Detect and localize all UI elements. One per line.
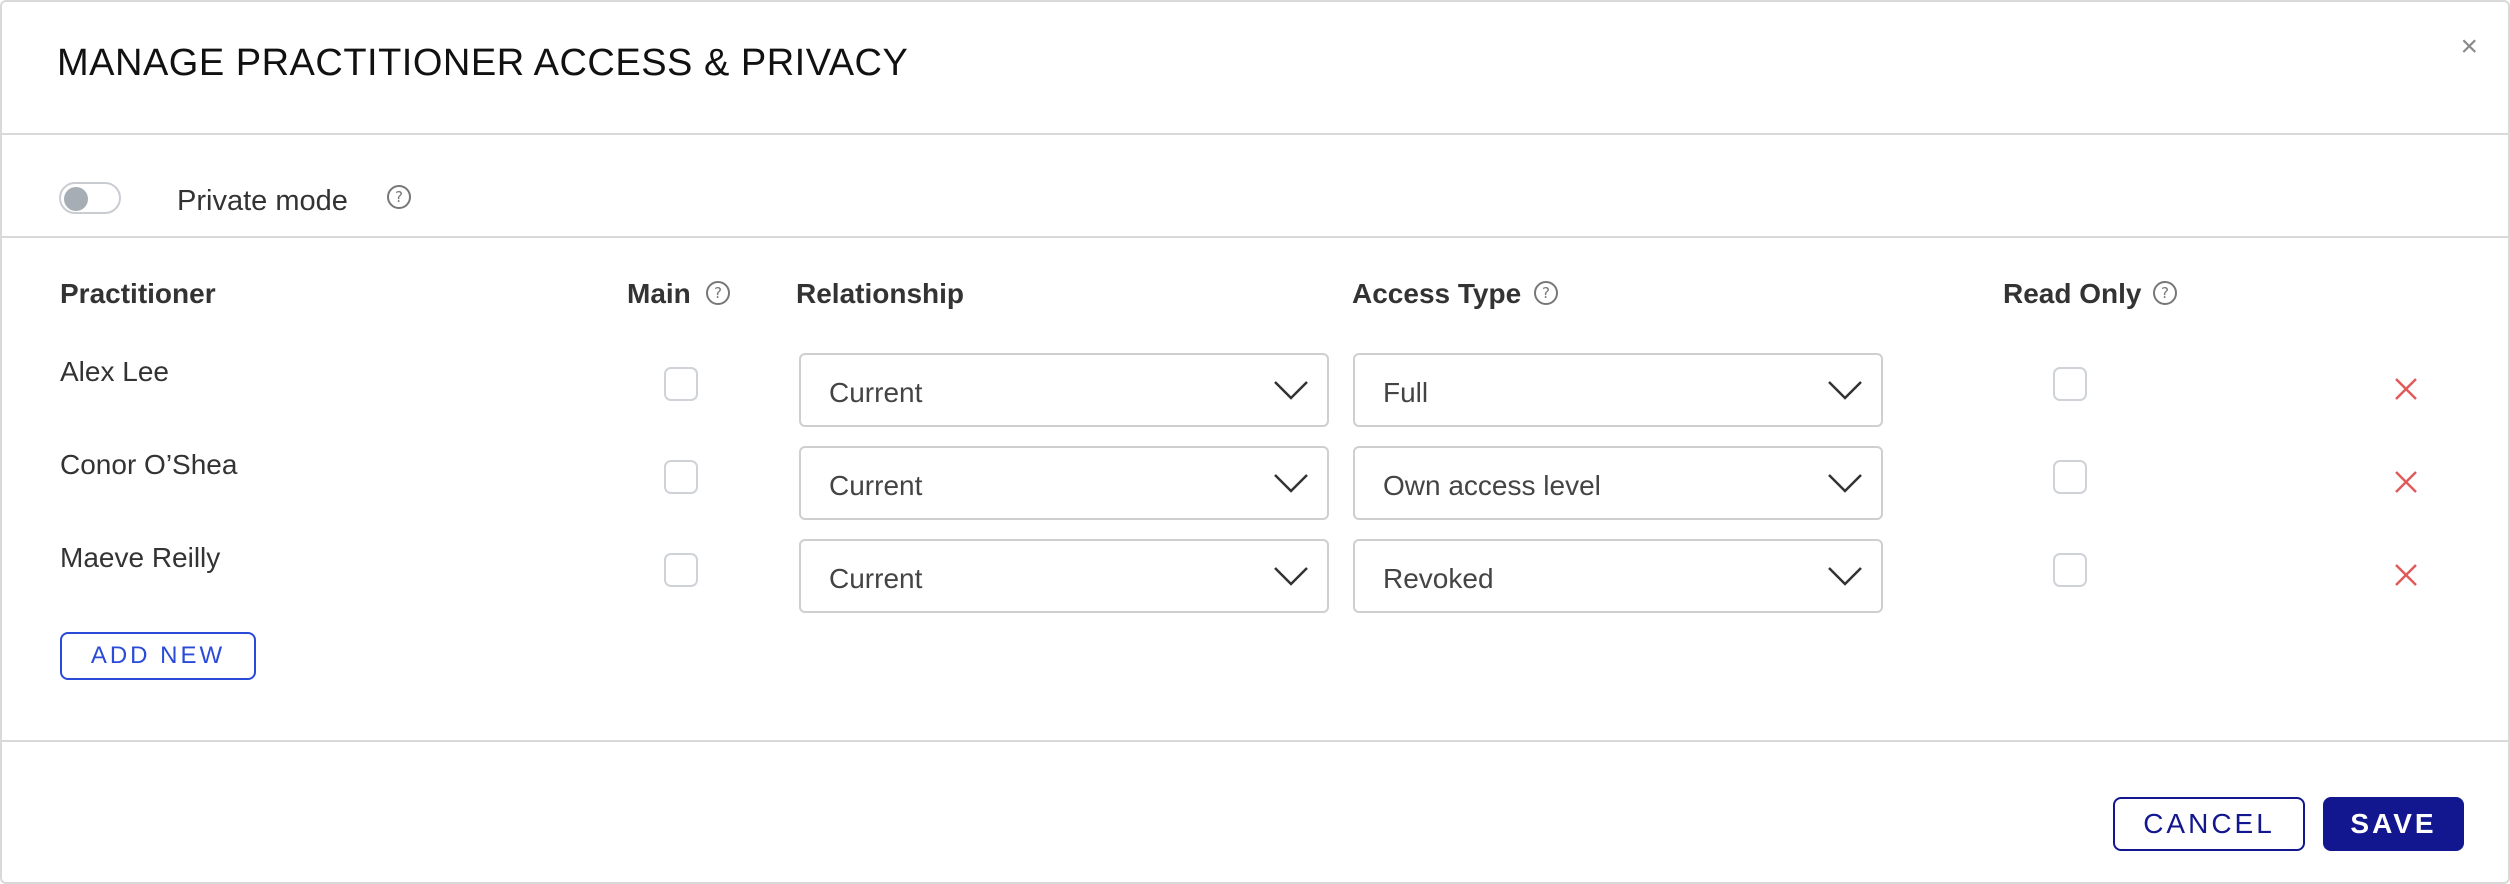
- main-checkbox[interactable]: [664, 460, 698, 494]
- relationship-select[interactable]: Current: [799, 446, 1329, 520]
- private-mode-toggle[interactable]: [59, 182, 121, 214]
- dialog-footer: CANCEL SAVE: [2, 740, 2508, 884]
- header-practitioner: Practitioner: [60, 278, 216, 309]
- chevron-down-icon: [1274, 474, 1308, 493]
- private-mode-row: Private mode ?: [2, 135, 2508, 238]
- chevron-down-icon: [1274, 381, 1308, 400]
- relationship-value: Current: [829, 563, 923, 594]
- close-icon[interactable]: ×: [2460, 32, 2478, 62]
- access-type-value: Own access level: [1383, 470, 1601, 501]
- dialog-header: MANAGE PRACTITIONER ACCESS & PRIVACY ×: [2, 2, 2508, 135]
- access-type-select[interactable]: Own access level: [1353, 446, 1883, 520]
- access-type-select[interactable]: Revoked: [1353, 539, 1883, 613]
- header-read-only: Read Only: [2003, 278, 2142, 309]
- relationship-select[interactable]: Current: [799, 353, 1329, 427]
- practitioner-name: Maeve Reilly: [60, 542, 221, 573]
- remove-row-icon[interactable]: [2394, 563, 2418, 587]
- toggle-knob: [64, 187, 88, 211]
- remove-row-icon[interactable]: [2394, 470, 2418, 494]
- header-relationship: Relationship: [796, 278, 965, 309]
- main-checkbox[interactable]: [664, 367, 698, 401]
- help-icon[interactable]: ?: [387, 185, 411, 209]
- save-button[interactable]: SAVE: [2323, 797, 2464, 851]
- relationship-value: Current: [829, 377, 923, 408]
- add-new-button[interactable]: ADD NEW: [60, 632, 256, 680]
- read-only-checkbox[interactable]: [2053, 553, 2087, 587]
- access-type-help-icon[interactable]: ?: [1534, 281, 1558, 305]
- relationship-value: Current: [829, 470, 923, 501]
- read-only-help-icon[interactable]: ?: [2153, 281, 2177, 305]
- chevron-down-icon: [1274, 567, 1308, 586]
- practitioner-name: Alex Lee: [60, 356, 169, 387]
- private-mode-label: Private mode: [177, 185, 348, 217]
- practitioner-name: Conor O’Shea: [60, 449, 238, 480]
- main-help-icon[interactable]: ?: [706, 281, 730, 305]
- header-main: Main: [627, 278, 691, 309]
- cancel-button[interactable]: CANCEL: [2113, 797, 2305, 851]
- chevron-down-icon: [1828, 474, 1862, 493]
- remove-row-icon[interactable]: [2394, 377, 2418, 401]
- read-only-checkbox[interactable]: [2053, 367, 2087, 401]
- practitioner-access-dialog: MANAGE PRACTITIONER ACCESS & PRIVACY × P…: [0, 0, 2510, 884]
- access-type-value: Full: [1383, 377, 1429, 408]
- read-only-checkbox[interactable]: [2053, 460, 2087, 494]
- dialog-title: MANAGE PRACTITIONER ACCESS & PRIVACY: [57, 42, 909, 84]
- main-checkbox[interactable]: [664, 553, 698, 587]
- header-access-type: Access Type: [1352, 278, 1522, 309]
- access-type-select[interactable]: Full: [1353, 353, 1883, 427]
- chevron-down-icon: [1828, 381, 1862, 400]
- relationship-select[interactable]: Current: [799, 539, 1329, 613]
- chevron-down-icon: [1828, 567, 1862, 586]
- access-type-value: Revoked: [1383, 563, 1494, 594]
